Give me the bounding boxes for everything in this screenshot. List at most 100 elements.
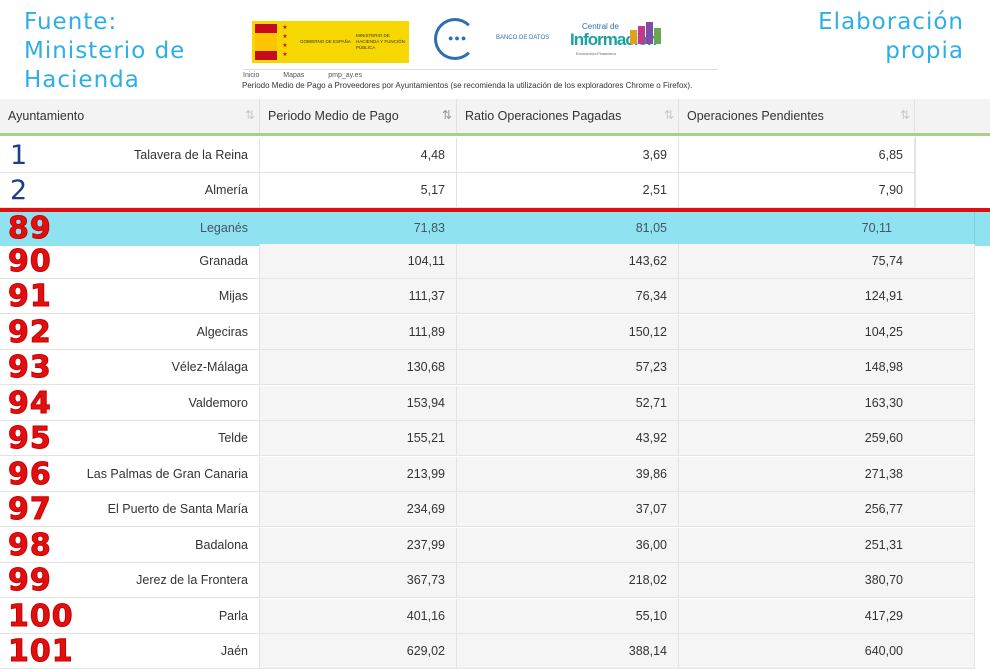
table-cell-pmp: 5,17 (260, 173, 457, 208)
credit-line: propia (885, 38, 964, 64)
table-row[interactable]: Jaén 629,02 388,14 640,00 101 (0, 634, 975, 669)
source-label: Fuente: Ministerio de Hacienda (24, 8, 239, 95)
table-row[interactable]: Mijas 111,37 76,34 124,91 91 (0, 279, 975, 314)
sort-icon[interactable]: ⇅ (245, 108, 255, 122)
table-cell-pmp: 237,99 (260, 528, 457, 563)
table-cell-ratio: 52,71 (457, 386, 679, 421)
table-cell-pend: 7,90 (679, 173, 915, 208)
table-cell-ratio: 36,00 (457, 528, 679, 563)
table-cell-pend: 271,38 (679, 457, 975, 492)
bank-data-logo[interactable]: ●●● BANCO DE DATOS (434, 18, 560, 60)
table-cell-pend: 104,25 (679, 315, 975, 350)
table-cell-pend: 256,77 (679, 492, 975, 527)
table-row[interactable]: Algeciras 111,89 150,12 104,25 92 (0, 315, 975, 350)
table-cell-pend: 75,74 (679, 244, 975, 279)
table-cell-ratio: 76,34 (457, 279, 679, 314)
source-line: Fuente: (24, 9, 118, 35)
table-cell-pmp: 111,37 (260, 279, 457, 314)
bank-dots-icon: ●●● (448, 33, 468, 43)
table-cell-ratio: 39,86 (457, 457, 679, 492)
table-cell-pend: 417,29 (679, 599, 975, 634)
central-info-sub: Económico-Financiera (576, 51, 616, 56)
sort-icon[interactable]: ⇅ (442, 108, 452, 122)
eu-stars-icon: ★ ★ ★ ★ (282, 25, 288, 58)
rank-label: 1 (10, 139, 29, 171)
table-row[interactable]: Jerez de la Frontera 367,73 218,02 380,70 99 (0, 563, 975, 598)
rank-label: 93 (8, 349, 52, 385)
table-row[interactable]: Badalona 237,99 36,00 251,31 98 (0, 528, 975, 563)
table-cell-pend: 163,30 (679, 386, 975, 421)
table-cell-ratio: 55,10 (457, 599, 679, 634)
table-header: Ayuntamiento ⇅ Periodo Medio de Pago ⇅ R… (0, 99, 990, 136)
rank-label: 101 (8, 633, 74, 669)
breadcrumb-item[interactable]: Inicio (243, 72, 259, 79)
table-cell-pmp: 234,69 (260, 492, 457, 527)
sort-icon[interactable]: ⇅ (900, 108, 910, 122)
rank-label: 2 (10, 174, 29, 206)
table-cell-pmp: 155,21 (260, 421, 457, 456)
rank-label: 98 (8, 527, 52, 563)
table-cell-ratio: 37,07 (457, 492, 679, 527)
rank-label: 100 (8, 598, 74, 634)
breadcrumb-item[interactable]: pmp_ay.es (328, 72, 362, 79)
table-cell-pmp: 213,99 (260, 457, 457, 492)
table-row[interactable]: Vélez-Málaga 130,68 57,23 148,98 93 (0, 350, 975, 385)
table-row[interactable]: Las Palmas de Gran Canaria 213,99 39,86 271… (0, 457, 975, 492)
sort-icon[interactable]: ⇅ (664, 108, 674, 122)
rank-label: 99 (8, 562, 52, 598)
table-cell-pend: 6,85 (679, 138, 915, 173)
books-icon (630, 22, 664, 44)
rank-label: 96 (8, 456, 52, 492)
table-cell-pend: 259,60 (679, 421, 975, 456)
column-header-label: Ayuntamiento (8, 109, 85, 123)
table-row[interactable]: Talavera de la Reina 4,48 3,69 6,85 1 (0, 138, 975, 173)
table-row[interactable]: Valdemoro 153,94 52,71 163,30 94 (0, 386, 975, 421)
gov-logo-line1: GOBIERNO DE ESPAÑA (300, 39, 351, 44)
column-header-label: Ratio Operaciones Pagadas (465, 109, 622, 123)
table-cell-pmp: 130,68 (260, 350, 457, 385)
breadcrumb: Inicio Mapas pmp_ay.es (243, 69, 718, 79)
bank-data-label: BANCO DE DATOS (496, 35, 550, 41)
column-header-ratio[interactable]: Ratio Operaciones Pagadas ⇅ (457, 99, 679, 133)
breadcrumb-item[interactable]: Mapas (283, 72, 304, 79)
table-cell-pmp: 367,73 (260, 563, 457, 598)
rank-label: 92 (8, 314, 52, 350)
separator-line (0, 208, 990, 212)
table-row[interactable]: Granada 104,11 143,62 75,74 90 (0, 244, 975, 279)
source-line: Hacienda (24, 67, 140, 93)
table-row[interactable]: El Puerto de Santa María 234,69 37,07 256,7… (0, 492, 975, 527)
table-cell-pend: 380,70 (679, 563, 975, 598)
page-subtitle: Periodo Medio de Pago a Proveedores por … (242, 81, 693, 90)
table-cell-ratio: 43,92 (457, 421, 679, 456)
table-cell-pend: 70,11 (679, 211, 975, 246)
column-header-label: Periodo Medio de Pago (268, 109, 399, 123)
source-line: Ministerio de (24, 38, 186, 64)
table-cell-pmp: 111,89 (260, 315, 457, 350)
column-header-label: Operaciones Pendientes (687, 109, 824, 123)
table-cell-pmp: 401,16 (260, 599, 457, 634)
table-cell-pmp: 153,94 (260, 386, 457, 421)
table-cell-name: Almería (0, 173, 260, 208)
rank-label: 90 (8, 243, 52, 279)
central-info-logo[interactable]: Central de Información Económico-Financi… (570, 18, 670, 64)
spain-flag-icon (255, 24, 277, 60)
table-row[interactable]: Leganés 71,83 81,05 70,11 89 (0, 211, 990, 246)
column-header-ayuntamiento[interactable]: Ayuntamiento ⇅ (0, 99, 260, 133)
table-cell-pend: 640,00 (679, 634, 975, 669)
rank-label: 91 (8, 278, 52, 314)
table-cell-name: Talavera de la Reina (0, 138, 260, 173)
table-cell-ratio: 143,62 (457, 244, 679, 279)
column-header-pmp[interactable]: Periodo Medio de Pago ⇅ (260, 99, 457, 133)
column-header-pendientes[interactable]: Operaciones Pendientes ⇅ (679, 99, 915, 133)
table-cell-pend: 124,91 (679, 279, 975, 314)
table-cell-pend: 148,98 (679, 350, 975, 385)
table-cell-ratio: 57,23 (457, 350, 679, 385)
table-row[interactable]: Telde 155,21 43,92 259,60 95 (0, 421, 975, 456)
table-row[interactable]: Almería 5,17 2,51 7,90 2 (0, 173, 975, 208)
table-cell-pend: 251,31 (679, 528, 975, 563)
table-cell-ratio: 3,69 (457, 138, 679, 173)
table-cell-pmp: 4,48 (260, 138, 457, 173)
table-cell-pmp: 71,83 (260, 211, 457, 246)
table-row[interactable]: Parla 401,16 55,10 417,29 100 (0, 599, 975, 634)
credit-line: Elaboración (818, 9, 964, 35)
